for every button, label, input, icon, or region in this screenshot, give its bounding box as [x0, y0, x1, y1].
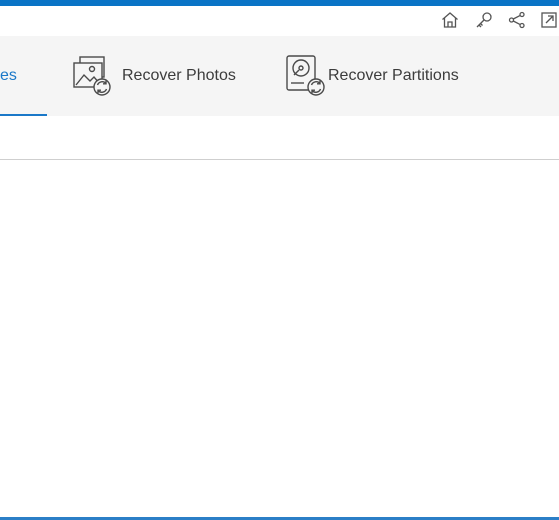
tab-recover-photos[interactable]: Recover Photos — [70, 36, 236, 116]
tab-recover-partitions[interactable]: Recover Partitions — [282, 36, 459, 116]
recover-photos-icon — [70, 53, 116, 99]
tab-strip: es Recover Photos Recover Partitions — [0, 36, 559, 116]
home-icon[interactable] — [438, 8, 462, 32]
title-bar — [0, 6, 559, 36]
recover-partitions-icon — [282, 53, 328, 99]
tab-label: Recover Photos — [122, 67, 236, 84]
share-icon[interactable] — [505, 8, 529, 32]
tab-label: Recover Partitions — [328, 67, 459, 84]
active-tab-underline — [0, 114, 47, 116]
expand-icon[interactable] — [537, 8, 559, 32]
key-icon[interactable] — [472, 8, 496, 32]
tab-label: es — [0, 67, 17, 84]
main-content — [0, 160, 559, 517]
tab-recover-files[interactable]: es — [0, 36, 47, 116]
